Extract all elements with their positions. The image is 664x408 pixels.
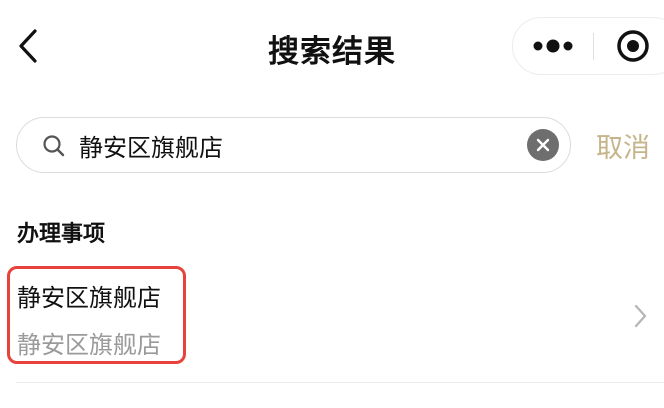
capsule-close-button[interactable] xyxy=(613,18,653,74)
clear-button[interactable] xyxy=(527,129,559,161)
cancel-button[interactable]: 取消 xyxy=(596,126,650,165)
capsule-close-icon xyxy=(617,30,649,62)
capsule-divider xyxy=(593,33,594,60)
result-item[interactable]: 静安区旗舰店 静安区旗舰店 xyxy=(0,262,664,378)
result-title: 静安区旗舰店 xyxy=(17,284,161,312)
search-input[interactable] xyxy=(79,126,519,164)
chevron-right-icon xyxy=(634,304,647,328)
result-subtitle: 静安区旗舰店 xyxy=(17,331,161,359)
more-dots-icon xyxy=(533,39,573,53)
nav-bar: 搜索结果 xyxy=(0,0,664,96)
search-box[interactable] xyxy=(16,117,571,173)
list-divider xyxy=(16,382,664,383)
search-results-screen: 搜索结果 静安区旗舰店 取消 办理事项 静安区旗舰店 静安区旗舰店 xyxy=(0,0,664,408)
section-title: 办理事项 xyxy=(17,222,106,247)
more-button[interactable] xyxy=(513,18,593,74)
mini-program-capsule xyxy=(512,17,664,75)
search-icon xyxy=(43,135,65,157)
clear-icon xyxy=(536,138,550,152)
